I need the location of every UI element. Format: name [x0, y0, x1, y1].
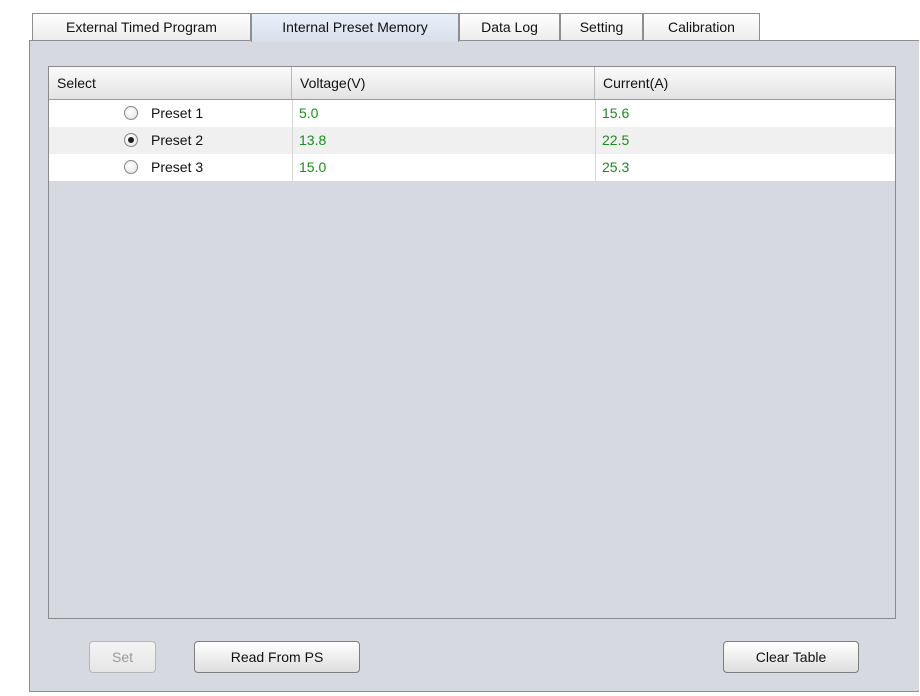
preset-label: Preset 3	[151, 159, 204, 175]
column-header-select[interactable]: Select	[49, 67, 292, 99]
column-header-current[interactable]: Current(A)	[595, 67, 895, 99]
current-cell[interactable]: 15.6	[595, 100, 895, 127]
preset-label: Preset 2	[151, 132, 204, 148]
voltage-cell[interactable]: 13.8	[292, 127, 595, 154]
voltage-cell[interactable]: 5.0	[292, 100, 595, 127]
set-button[interactable]: Set	[89, 641, 156, 673]
column-header-voltage[interactable]: Voltage(V)	[292, 67, 595, 99]
table-row[interactable]: Preset 2 13.8 22.5	[49, 127, 895, 154]
clear-table-button[interactable]: Clear Table	[723, 641, 859, 673]
radio-dot	[128, 137, 134, 143]
table-row[interactable]: Preset 3 15.0 25.3	[49, 154, 895, 181]
table-row[interactable]: Preset 1 5.0 15.6	[49, 100, 895, 127]
read-from-ps-button[interactable]: Read From PS	[194, 641, 360, 673]
voltage-cell[interactable]: 15.0	[292, 154, 595, 181]
current-cell[interactable]: 25.3	[595, 154, 895, 181]
preset-table: Select Voltage(V) Current(A) Preset 1 5.…	[48, 66, 896, 619]
preset-radio-1[interactable]	[124, 106, 138, 120]
table-header: Select Voltage(V) Current(A)	[49, 67, 895, 100]
preset-label: Preset 1	[151, 105, 204, 121]
tab-calibration[interactable]: Calibration	[643, 13, 760, 40]
current-cell[interactable]: 22.5	[595, 127, 895, 154]
preset-radio-3[interactable]	[124, 160, 138, 174]
tab-setting[interactable]: Setting	[560, 13, 643, 40]
tab-external-timed-program[interactable]: External Timed Program	[32, 13, 251, 40]
tab-internal-preset-memory[interactable]: Internal Preset Memory	[251, 13, 459, 42]
preset-memory-panel: Select Voltage(V) Current(A) Preset 1 5.…	[29, 40, 919, 692]
tab-data-log[interactable]: Data Log	[459, 13, 560, 40]
preset-radio-2[interactable]	[124, 133, 138, 147]
